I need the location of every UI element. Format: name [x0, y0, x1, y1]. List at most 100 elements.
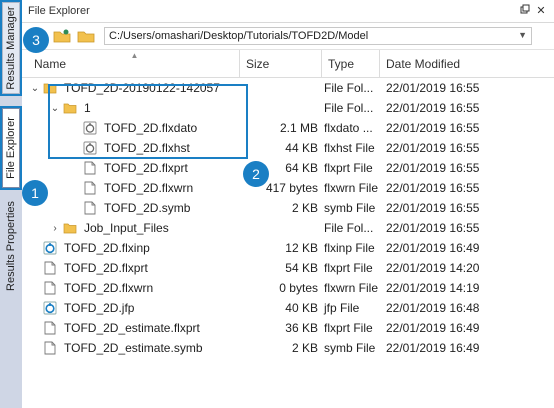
column-modified-label: Date Modified — [386, 56, 461, 71]
row-name-cell: TOFD_2D_estimate.flxprt — [22, 320, 240, 336]
row-name-cell: TOFD_2D.flxhst — [22, 140, 240, 156]
row-name-cell: TOFD_2D.flxprt — [22, 260, 240, 276]
table-row[interactable]: TOFD_2D.flxwrn 0 bytes flxwrn File 22/01/20… — [22, 278, 554, 298]
side-tab-strip: Results Manager File Explorer Results Pr… — [0, 0, 23, 408]
new-folder-button[interactable] — [52, 27, 72, 45]
folder-icon — [77, 31, 95, 43]
document-icon — [82, 180, 98, 196]
row-name-cell: ⌄ TOFD_2D-20190122-142057 — [22, 80, 240, 96]
tab-results-properties-label: Results Properties — [5, 201, 17, 291]
row-name: TOFD_2D.symb — [104, 201, 191, 215]
table-row[interactable]: TOFD_2D_estimate.flxprt 36 KB flxprt File 2… — [22, 318, 554, 338]
row-name: TOFD_2D-20190122-142057 — [64, 81, 220, 95]
annotation-badge-1: 1 — [22, 180, 48, 206]
document-icon — [42, 280, 58, 296]
row-type: jfp File — [324, 301, 360, 315]
row-name: TOFD_2D.flxdato — [104, 121, 198, 135]
row-type: flxinp File — [324, 241, 375, 255]
row-name: 1 — [84, 101, 91, 115]
column-modified-header[interactable]: Date Modified — [380, 50, 554, 77]
row-name: TOFD_2D.flxwrn — [104, 181, 194, 195]
table-row[interactable]: TOFD_2D_estimate.symb 2 KB symb File 22/01/… — [22, 338, 554, 358]
file-list: ⌄ TOFD_2D-20190122-142057 File Fol... 22/01… — [22, 78, 554, 358]
row-modified: 22/01/2019 16:49 — [386, 241, 480, 255]
annotation-badge-2: 2 — [243, 161, 269, 187]
table-row[interactable]: TOFD_2D.flxhst 44 KB flxhst File 22/01/2019… — [22, 138, 554, 158]
row-modified: 22/01/2019 16:49 — [386, 341, 480, 355]
table-row[interactable]: TOFD_2D.symb 2 KB symb File 22/01/2019 16:5… — [22, 198, 554, 218]
table-row[interactable]: TOFD_2D.flxwrn 417 bytes flxwrn File 22/01/… — [22, 178, 554, 198]
row-name-cell: TOFD_2D.flxwrn — [22, 180, 240, 196]
row-modified: 22/01/2019 14:19 — [386, 281, 480, 295]
column-type-header[interactable]: Type — [322, 50, 380, 77]
table-row[interactable]: TOFD_2D.jfp 40 KB jfp File 22/01/2019 16:48 — [22, 298, 554, 318]
document-icon — [82, 160, 98, 176]
flx-blue-icon — [42, 240, 58, 256]
row-size: 2 KB — [291, 341, 318, 355]
row-modified: 22/01/2019 16:55 — [386, 161, 480, 175]
toolbar: C:/Users/omashari/Desktop/Tutorials/TOFD… — [22, 23, 554, 50]
row-type: flxwrn File — [324, 181, 379, 195]
new-folder-icon — [53, 29, 71, 43]
row-name-cell: TOFD_2D.symb — [22, 200, 240, 216]
row-modified: 22/01/2019 16:55 — [386, 141, 480, 155]
row-name-cell: ⌄ 1 — [22, 100, 240, 116]
row-size: 2.1 MB — [279, 121, 318, 135]
row-name: TOFD_2D.flxwrn — [64, 281, 154, 295]
row-size: 40 KB — [285, 301, 318, 315]
table-row[interactable]: › Job_Input_Files File Fol... 22/01/2019 16… — [22, 218, 554, 238]
table-row[interactable]: TOFD_2D.flxprt 54 KB flxprt File 22/01/2019… — [22, 258, 554, 278]
path-combobox[interactable]: C:/Users/omashari/Desktop/Tutorials/TOFD… — [104, 27, 532, 45]
chevron-down-icon[interactable]: ⌄ — [28, 83, 42, 94]
pin-icon[interactable] — [518, 4, 532, 17]
flx-file-icon — [82, 120, 98, 136]
row-modified: 22/01/2019 14:20 — [386, 261, 480, 275]
row-name-cell: TOFD_2D.flxinp — [22, 240, 240, 256]
annotation-badge-3: 3 — [23, 27, 49, 53]
column-name-header[interactable]: ▲ Name — [22, 50, 240, 77]
row-size: 12 KB — [285, 241, 318, 255]
table-row[interactable]: TOFD_2D.flxprt 64 KB flxprt File 22/01/2019… — [22, 158, 554, 178]
row-type: flxprt File — [324, 261, 373, 275]
row-name-cell: TOFD_2D_estimate.symb — [22, 340, 240, 356]
table-row[interactable]: TOFD_2D.flxinp 12 KB flxinp File 22/01/2019… — [22, 238, 554, 258]
row-type: File Fol... — [324, 221, 374, 235]
flx-blue-icon — [42, 300, 58, 316]
folder-icon — [42, 80, 58, 96]
folder-icon — [62, 220, 78, 236]
column-size-header[interactable]: Size — [240, 50, 322, 77]
tab-results-manager[interactable]: Results Manager — [2, 2, 20, 94]
row-type: File Fol... — [324, 101, 374, 115]
tab-file-explorer-label: File Explorer — [5, 117, 17, 179]
row-size: 0 bytes — [279, 281, 318, 295]
row-modified: 22/01/2019 16:55 — [386, 121, 480, 135]
row-size: 54 KB — [285, 261, 318, 275]
table-row[interactable]: TOFD_2D.flxdato 2.1 MB flxdato ... 22/01/20… — [22, 118, 554, 138]
chevron-down-icon[interactable]: ▼ — [518, 30, 527, 40]
open-folder-button[interactable] — [76, 27, 96, 45]
close-icon[interactable]: ✕ — [534, 4, 548, 17]
row-name: TOFD_2D.flxhst — [104, 141, 190, 155]
sort-up-icon: ▲ — [130, 51, 139, 60]
row-name: TOFD_2D.flxinp — [64, 241, 150, 255]
table-row[interactable]: ⌄ TOFD_2D-20190122-142057 File Fol... 22/01… — [22, 78, 554, 98]
file-explorer-panel: File Explorer ✕ C:/Users/omashari/Deskto… — [22, 0, 554, 408]
row-size: 36 KB — [285, 321, 318, 335]
row-name-cell: TOFD_2D.flxprt — [22, 160, 240, 176]
row-type: flxdato ... — [324, 121, 373, 135]
document-icon — [42, 260, 58, 276]
row-type: symb File — [324, 341, 376, 355]
folder-icon — [62, 100, 78, 116]
chevron-down-icon[interactable]: ⌄ — [48, 103, 62, 114]
row-modified: 22/01/2019 16:48 — [386, 301, 480, 315]
row-name-cell: TOFD_2D.flxwrn — [22, 280, 240, 296]
row-name-cell: › Job_Input_Files — [22, 220, 240, 236]
table-row[interactable]: ⌄ 1 File Fol... 22/01/2019 16:55 — [22, 98, 554, 118]
column-header: ▲ Name Size Type Date Modified — [22, 50, 554, 78]
tab-results-properties[interactable]: Results Properties — [2, 198, 20, 294]
row-modified: 22/01/2019 16:55 — [386, 81, 480, 95]
document-icon — [42, 340, 58, 356]
chevron-right-icon[interactable]: › — [48, 223, 62, 234]
document-icon — [42, 320, 58, 336]
tab-file-explorer[interactable]: File Explorer — [2, 108, 20, 188]
